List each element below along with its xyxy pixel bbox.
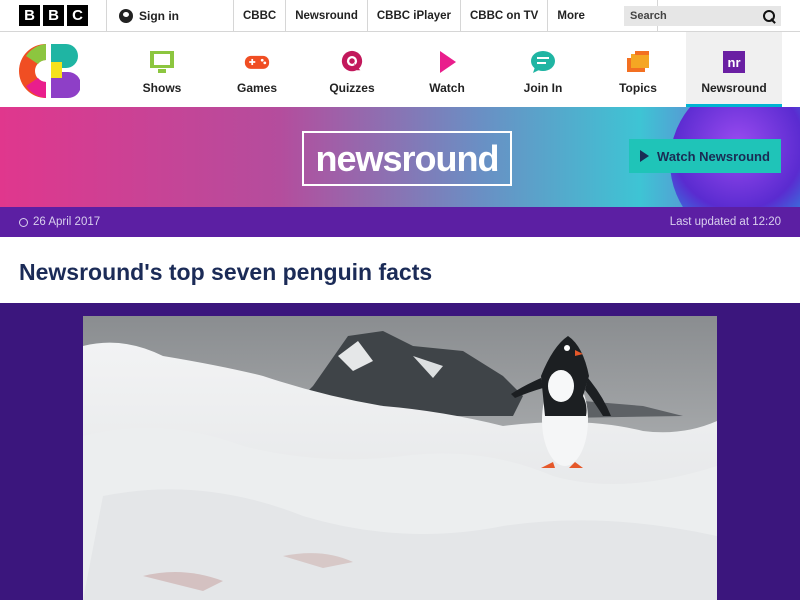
bbc-link-cbbc-iplayer[interactable]: CBBC iPlayer — [368, 0, 461, 32]
nav-newsround[interactable]: nr Newsround — [686, 32, 782, 107]
nav-shows[interactable]: Shows — [117, 32, 207, 107]
cbbc-logo[interactable] — [18, 40, 80, 102]
headline-section: Newsround's top seven penguin facts — [0, 237, 800, 303]
clock-icon — [19, 217, 28, 227]
last-updated: Last updated at 12:20 — [669, 216, 781, 228]
watch-newsround-label: Watch Newsround — [657, 148, 770, 164]
bbc-link-cbbc-on-tv[interactable]: CBBC on TV — [461, 0, 549, 32]
nav-label: Games — [236, 81, 278, 95]
user-icon — [119, 8, 133, 23]
more-label: More — [557, 9, 585, 22]
nav-label: Quizzes — [329, 81, 375, 95]
play-icon — [640, 150, 650, 162]
sign-in-link[interactable]: Sign in — [106, 0, 234, 32]
nav-label: Join In — [523, 81, 563, 95]
article-headline: Newsround's top seven penguin facts — [19, 259, 433, 285]
newsround-icon-text: nr — [728, 55, 741, 70]
article-date-bar: 26 April 2017 Last updated at 12:20 — [0, 207, 800, 237]
newsround-icon: nr — [723, 51, 745, 73]
bbc-global-bar: B B C Sign in CBBC Newsround CBBC iPlaye… — [0, 0, 800, 32]
nav-watch[interactable]: Watch — [402, 32, 492, 107]
watch-newsround-button[interactable]: Watch Newsround — [629, 139, 781, 173]
tv-icon — [150, 51, 174, 73]
search-icon[interactable] — [763, 9, 776, 23]
sign-in-label: Sign in — [139, 8, 179, 23]
nav-label: Topics — [619, 81, 657, 95]
nav-topics[interactable]: Topics — [593, 32, 683, 107]
bbc-logo-letter: B — [43, 5, 64, 26]
gamepad-icon — [244, 55, 270, 69]
chat-icon — [531, 51, 555, 73]
cbbc-nav: Shows Games Quizzes Watch Join In Topics… — [0, 32, 800, 107]
bbc-logo[interactable]: B B C — [19, 5, 88, 26]
newsround-logo[interactable]: newsround — [302, 131, 512, 186]
nav-label: Newsround — [701, 81, 767, 95]
quiz-icon — [341, 50, 363, 72]
bbc-logo-letter: B — [19, 5, 40, 26]
nav-games[interactable]: Games — [212, 32, 302, 107]
article-date: 26 April 2017 — [33, 216, 101, 228]
nav-label: Watch — [429, 81, 465, 95]
search-input[interactable]: Search — [624, 6, 781, 26]
penguin-photo[interactable] — [83, 316, 717, 600]
search-placeholder: Search — [630, 10, 667, 22]
nav-label: Shows — [142, 81, 182, 95]
bbc-link-cbbc[interactable]: CBBC — [234, 0, 287, 32]
nav-join-in[interactable]: Join In — [498, 32, 588, 107]
bbc-logo-letter: C — [67, 5, 88, 26]
bbc-link-newsround[interactable]: Newsround — [286, 0, 368, 32]
cards-icon — [627, 51, 649, 72]
play-icon — [440, 51, 456, 73]
article-media — [0, 303, 800, 600]
nav-quizzes[interactable]: Quizzes — [307, 32, 397, 107]
